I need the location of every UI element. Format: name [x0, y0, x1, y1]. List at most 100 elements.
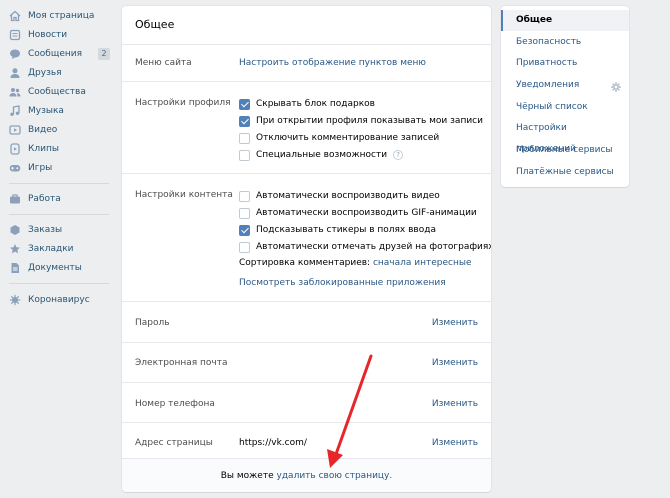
suggest-stickers-checkbox[interactable]: Подсказывать стикеры в полях ввода — [239, 224, 436, 236]
configure-menu-link[interactable]: Настроить отображение пунктов меню — [239, 58, 426, 68]
nav-item-video[interactable]: Видео — [0, 121, 118, 139]
menu-item-privacy[interactable]: Приватность — [501, 53, 629, 74]
divider — [122, 301, 491, 302]
menu-item-mobile-services[interactable]: Мобильные сервисы — [501, 140, 629, 161]
change-password-link[interactable]: Изменить — [432, 318, 478, 328]
divider — [122, 44, 491, 45]
messages-icon — [9, 48, 21, 60]
nav-item-games[interactable]: Игры — [0, 159, 118, 177]
nav-label: Коронавирус — [28, 295, 90, 305]
menu-item-label: Уведомления — [516, 80, 580, 90]
checkbox-label: Автоматически воспроизводить GIF-анимаци… — [256, 208, 477, 218]
divider — [122, 342, 491, 343]
change-email-link[interactable]: Изменить — [432, 358, 478, 368]
nav-item-documents[interactable]: Документы — [0, 259, 118, 277]
nav-item-orders[interactable]: Заказы — [0, 221, 118, 239]
settings-panel: Общее Меню сайта Настроить отображение п… — [122, 6, 491, 492]
delete-page-link[interactable]: удалить свою страницу. — [277, 471, 393, 481]
communities-icon — [9, 86, 21, 98]
checkbox-label: Специальные возможности — [256, 150, 388, 160]
change-phone-link[interactable]: Изменить — [432, 399, 478, 409]
change-address-link[interactable]: Изменить — [432, 438, 478, 448]
page-title: Общее — [135, 18, 175, 31]
blocked-apps-link[interactable]: Посмотреть заблокированные приложения — [239, 278, 446, 288]
messages-badge: 2 — [98, 48, 110, 60]
nav-item-news[interactable]: Новости — [0, 26, 118, 44]
news-icon — [9, 29, 21, 41]
phone-label: Номер телефона — [135, 399, 215, 409]
menu-item-blacklist[interactable]: Чёрный список — [501, 97, 629, 118]
clips-icon — [9, 143, 21, 155]
menu-item-payment-services[interactable]: Платёжные сервисы — [501, 162, 629, 183]
nav-label: Музыка — [28, 106, 64, 116]
checkbox-unchecked[interactable] — [239, 241, 250, 253]
nav-item-clips[interactable]: Клипы — [0, 140, 118, 158]
divider — [122, 173, 491, 174]
nav-label: Документы — [28, 263, 82, 273]
checkbox-checked[interactable] — [239, 224, 250, 236]
nav-label: Новости — [28, 30, 68, 40]
nav-separator — [9, 214, 109, 215]
menu-item-notifications[interactable]: Уведомления — [501, 75, 629, 96]
checkbox-checked[interactable] — [239, 115, 250, 127]
show-my-posts-checkbox[interactable]: При открытии профиля показывать мои запи… — [239, 115, 483, 127]
tag-friends-checkbox[interactable]: Автоматически отмечать друзей на фотогра… — [239, 241, 491, 253]
hide-gifts-checkbox[interactable]: Скрывать блок подарков — [239, 98, 375, 110]
checkbox-label: Отключить комментирование записей — [256, 133, 440, 143]
autoplay-video-checkbox[interactable]: Автоматически воспроизводить видео — [239, 190, 440, 202]
accessibility-checkbox[interactable]: Специальные возможности ? — [239, 149, 404, 161]
checkbox-label: Автоматически отмечать друзей на фотогра… — [256, 242, 491, 252]
email-label: Электронная почта — [135, 358, 228, 368]
nav-item-my-page[interactable]: Моя страница — [0, 7, 118, 25]
checkbox-checked[interactable] — [239, 98, 250, 110]
autoplay-gif-checkbox[interactable]: Автоматически воспроизводить GIF-анимаци… — [239, 207, 477, 219]
content-settings-label: Настройки контента — [135, 190, 233, 200]
nav-label: Друзья — [28, 68, 62, 78]
orders-icon — [9, 224, 21, 236]
friends-icon — [9, 67, 21, 79]
nav-label: Видео — [28, 125, 58, 135]
nav-label: Сообщения — [28, 49, 83, 59]
work-icon — [9, 193, 21, 205]
disable-comments-checkbox[interactable]: Отключить комментирование записей — [239, 132, 439, 144]
page-address-label: Адрес страницы — [135, 438, 213, 448]
documents-icon — [9, 262, 21, 274]
checkbox-unchecked[interactable] — [239, 132, 250, 144]
bookmarks-icon — [9, 243, 21, 255]
menu-item-general[interactable]: Общее — [501, 10, 629, 31]
checkbox-unchecked[interactable] — [239, 190, 250, 202]
footer-prefix: Вы можете — [220, 471, 274, 481]
checkbox-unchecked[interactable] — [239, 207, 250, 219]
nav-item-friends[interactable]: Друзья — [0, 64, 118, 82]
password-label: Пароль — [135, 318, 170, 328]
music-icon — [9, 105, 21, 117]
menu-item-security[interactable]: Безопасность — [501, 32, 629, 53]
video-icon — [9, 124, 21, 136]
menu-item-app-settings[interactable]: Настройки приложений — [501, 118, 629, 154]
home-icon — [9, 10, 21, 22]
nav-label: Сообщества — [28, 87, 86, 97]
checkbox-label: При открытии профиля показывать мои запи… — [256, 116, 483, 126]
nav-separator — [9, 183, 109, 184]
nav-item-messages[interactable]: Сообщения 2 — [0, 45, 118, 63]
checkbox-unchecked[interactable] — [239, 149, 250, 161]
nav-item-communities[interactable]: Сообщества — [0, 83, 118, 101]
nav-separator — [9, 283, 109, 284]
nav-item-bookmarks[interactable]: Закладки — [0, 240, 118, 258]
coronavirus-icon — [9, 294, 21, 306]
nav-item-work[interactable]: Работа — [0, 190, 118, 208]
divider — [122, 81, 491, 82]
games-icon — [9, 162, 21, 174]
nav-label: Работа — [28, 194, 61, 204]
page-address-value: https://vk.com/ — [239, 438, 307, 448]
help-icon[interactable]: ? — [393, 150, 404, 160]
nav-label: Заказы — [28, 225, 63, 235]
checkbox-label: Скрывать блок подарков — [256, 99, 375, 109]
nav-item-music[interactable]: Музыка — [0, 102, 118, 120]
checkbox-label: Подсказывать стикеры в полях ввода — [256, 225, 436, 235]
checkbox-label: Автоматически воспроизводить видео — [256, 191, 440, 201]
comment-sort-dropdown[interactable]: сначала интересные — [373, 258, 472, 268]
comment-sort-row: Сортировка комментариев: сначала интерес… — [239, 258, 472, 268]
gear-icon[interactable] — [611, 80, 621, 92]
nav-item-coronavirus[interactable]: Коронавирус — [0, 291, 118, 309]
